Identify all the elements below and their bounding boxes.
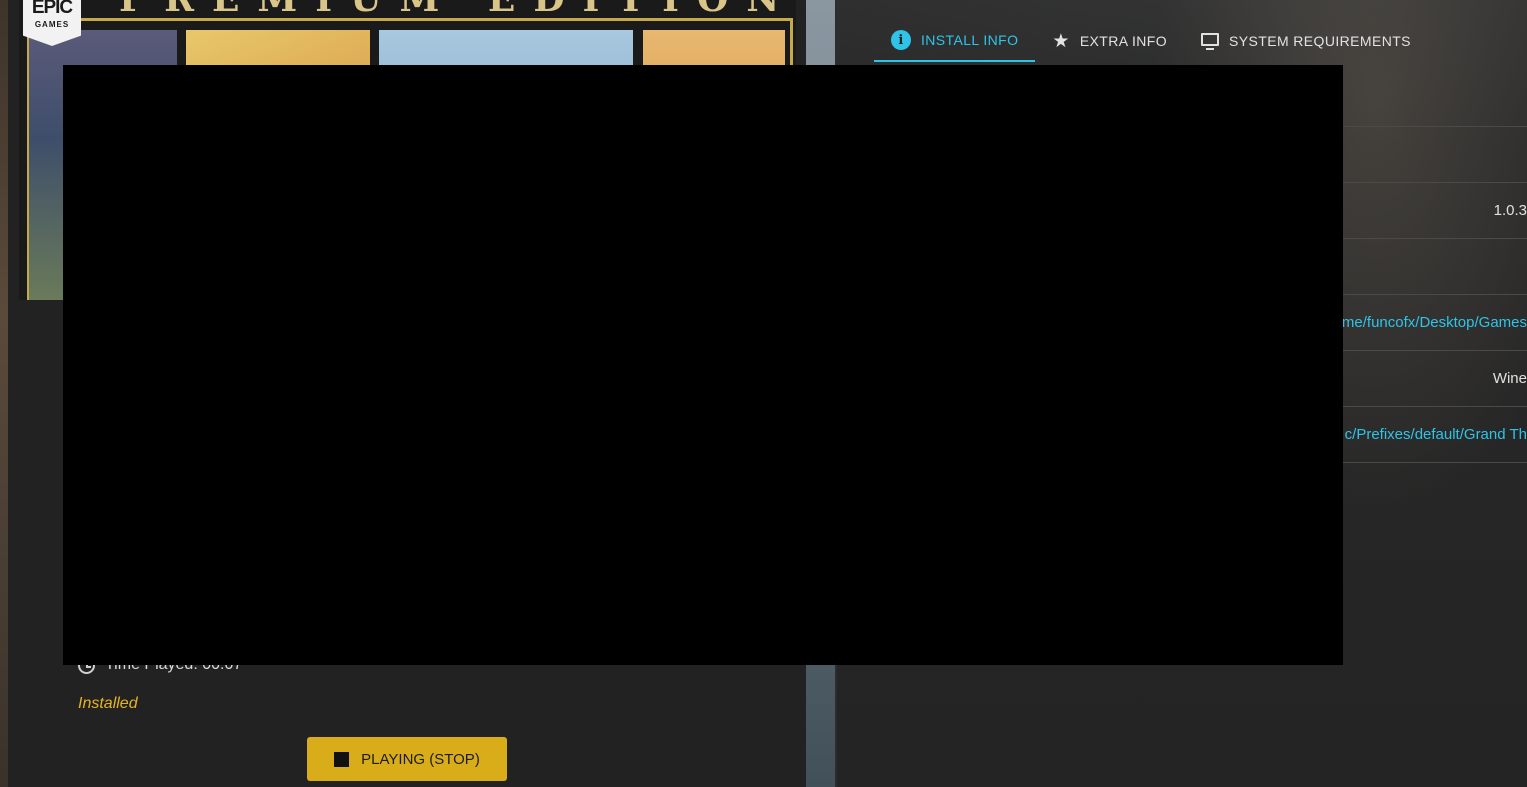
logo-text-top: EPIC	[31, 0, 73, 18]
stop-game-button[interactable]: PLAYING (STOP)	[307, 737, 507, 781]
wine-value: Wine	[1492, 370, 1527, 387]
stop-icon	[334, 751, 350, 767]
tab-label: INSTALL INFO	[921, 32, 1019, 48]
install-path-link[interactable]: me/funcofx/Desktop/Games	[1342, 314, 1527, 331]
monitor-icon	[1201, 32, 1220, 50]
star-icon: ★	[1052, 30, 1070, 52]
install-status: Installed	[78, 695, 138, 712]
cover-title: PREMIUM EDITION	[119, 0, 796, 20]
version-value: 1.0.3	[1493, 202, 1527, 219]
info-tabs: i INSTALL INFO ★ EXTRA INFO SYSTEM REQUI…	[874, 20, 1428, 62]
tab-label: SYSTEM REQUIREMENTS	[1229, 33, 1411, 49]
app-window: PREMIUM EDITION EPIC GAMES Time Played: …	[0, 0, 1527, 787]
tab-label: EXTRA INFO	[1079, 33, 1168, 49]
tab-install-info[interactable]: i INSTALL INFO	[874, 20, 1036, 62]
info-icon: i	[891, 30, 911, 50]
background-art-left	[0, 0, 8, 787]
prefix-path-link[interactable]: c/Prefixes/default/Grand Th	[1345, 426, 1527, 443]
tab-system-requirements[interactable]: SYSTEM REQUIREMENTS	[1184, 20, 1428, 62]
stop-button-label: PLAYING (STOP)	[361, 750, 480, 768]
logo-text-bottom: GAMES	[34, 20, 70, 29]
blank-overlay-window[interactable]	[63, 65, 1343, 665]
tab-extra-info[interactable]: ★ EXTRA INFO	[1035, 20, 1184, 62]
